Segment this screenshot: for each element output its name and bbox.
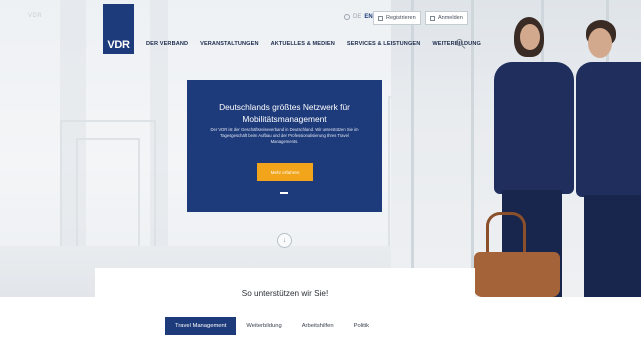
arrow-down-icon: ↓ [282, 237, 287, 244]
nav-item-verband[interactable]: DER VERBAND [146, 41, 188, 47]
utility-bar: VDR DE EN Registrieren Anmelden [0, 4, 641, 26]
nav-item-services-leistungen[interactable]: SERVICES & LEISTUNGEN [347, 41, 421, 47]
support-section: So unterstützen wir Sie! Travel Manageme… [95, 268, 475, 347]
login-label: Anmelden [438, 15, 463, 21]
globe-icon [344, 14, 350, 20]
section-tabs: Travel Management Weiterbildung Arbeitsh… [165, 317, 379, 335]
faint-brand-text: VDR [28, 13, 43, 19]
nav-item-aktuelles-medien[interactable]: AKTUELLES & MEDIEN [271, 41, 335, 47]
logo-text: VDR [107, 39, 130, 51]
lang-en[interactable]: EN [364, 14, 372, 20]
language-switcher[interactable]: DE EN [344, 14, 373, 20]
login-button[interactable]: Anmelden [425, 11, 468, 25]
slider-indicator[interactable] [280, 192, 288, 194]
user-add-icon [378, 15, 383, 21]
section-title: So unterstützen wir Sie! [241, 289, 329, 298]
search-icon[interactable] [456, 39, 466, 49]
main-nav: DER VERBAND VERANSTALTUNGEN AKTUELLES & … [146, 41, 481, 47]
vdr-logo[interactable]: VDR [103, 4, 134, 54]
lang-de[interactable]: DE [353, 14, 361, 20]
hero-title: Deutschlands größtes Netzwerk für Mobili… [187, 101, 382, 125]
nav-item-veranstaltungen[interactable]: VERANSTALTUNGEN [200, 41, 258, 47]
hero-title-line1: Deutschlands größtes Netzwerk für [219, 102, 350, 112]
hero-card: Deutschlands größtes Netzwerk für Mobili… [187, 80, 382, 212]
tab-weiterbildung[interactable]: Weiterbildung [236, 317, 291, 335]
tab-politik[interactable]: Politik [344, 317, 379, 335]
register-button[interactable]: Registrieren [373, 11, 421, 25]
hero-title-line2: Mobilitätsmanagement [242, 114, 327, 124]
tab-arbeitshilfen[interactable]: Arbeitshilfen [292, 317, 344, 335]
hero-description: Der VDR ist der Geschäftsreiseverband in… [210, 127, 359, 145]
more-info-button[interactable]: Mehr erfahren [257, 163, 313, 181]
lock-icon [430, 15, 435, 21]
register-label: Registrieren [386, 15, 416, 21]
scroll-down-button[interactable]: ↓ [277, 233, 292, 248]
tab-travel-management[interactable]: Travel Management [165, 317, 237, 335]
